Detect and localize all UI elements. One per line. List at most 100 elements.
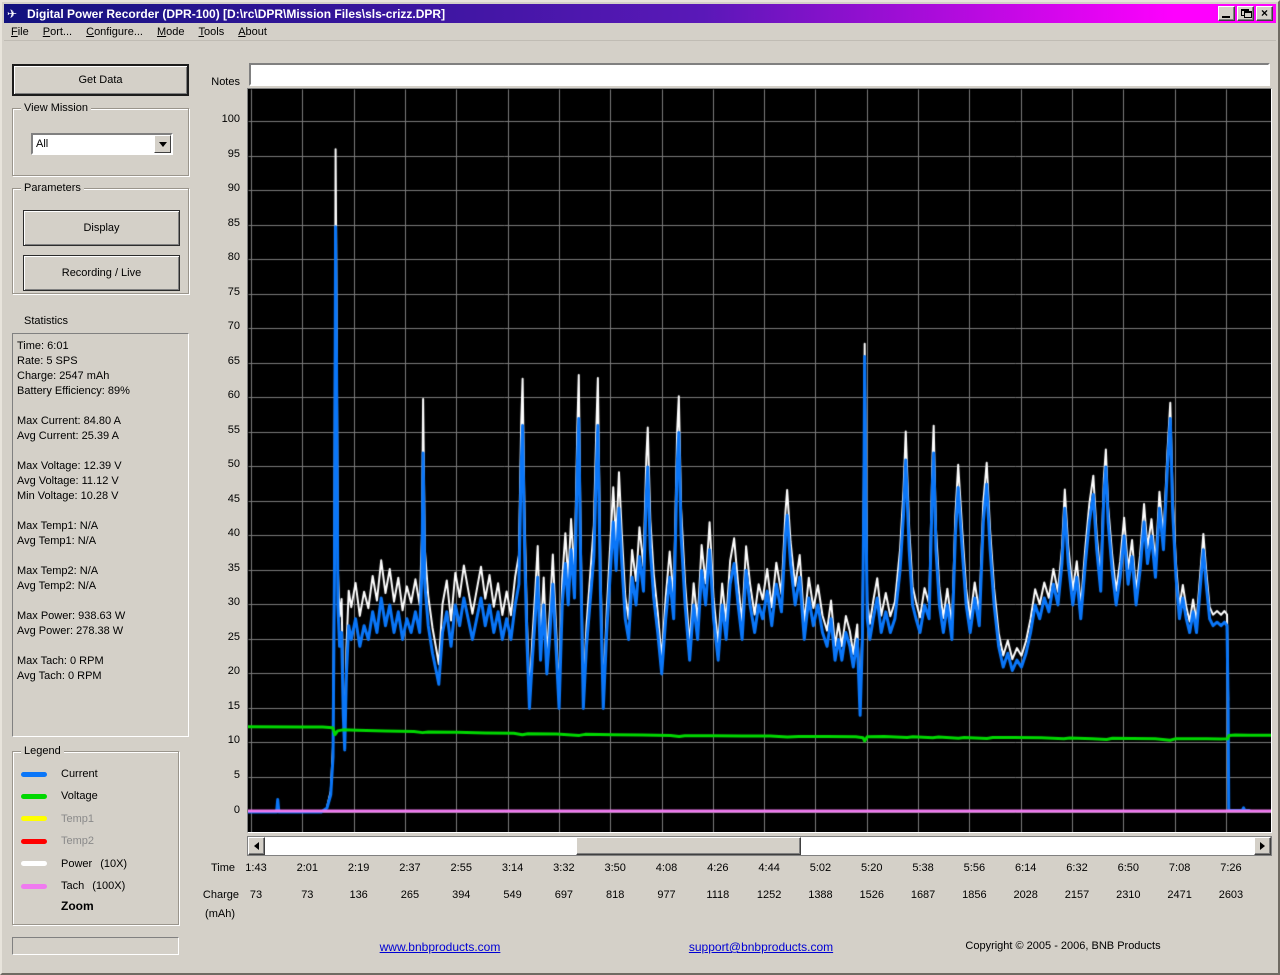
website-link[interactable]: www.bnbproducts.com (380, 940, 501, 954)
charge-tick: 1118 (706, 889, 729, 901)
y-tick-75: 75 (195, 286, 240, 298)
time-tick: 4:08 (656, 862, 677, 874)
recording-live-button[interactable]: Recording / Live (23, 255, 180, 291)
parameters-label: Parameters (21, 182, 84, 194)
time-axis-label: Time (152, 862, 235, 874)
legend-item-voltage[interactable]: Voltage (21, 786, 98, 806)
time-tick: 5:02 (810, 862, 831, 874)
support-email-link[interactable]: support@bnbproducts.com (689, 940, 833, 954)
charge-tick: 549 (503, 889, 521, 901)
time-tick: 7:08 (1169, 862, 1190, 874)
menu-item-mode[interactable]: Mode (150, 24, 192, 40)
menu-item-about[interactable]: About (231, 24, 274, 40)
time-tick: 6:14 (1015, 862, 1036, 874)
time-tick: 5:20 (861, 862, 882, 874)
chart-horizontal-scrollbar[interactable] (247, 836, 1272, 856)
y-tick-20: 20 (195, 665, 240, 677)
legend-item-current[interactable]: Current (21, 764, 98, 784)
legend-item-label: Power (61, 858, 92, 870)
copyright-text: Copyright © 2005 - 2006, BNB Products (965, 940, 1160, 952)
y-tick-70: 70 (195, 320, 240, 332)
charge-tick: 73 (250, 889, 262, 901)
minimize-icon (1222, 16, 1230, 18)
time-tick: 5:38 (912, 862, 933, 874)
charge-tick: 1856 (962, 889, 986, 901)
restore-button[interactable] (1237, 6, 1254, 21)
statistics-line: Avg Temp1: N/A (17, 534, 188, 549)
menu-item-tools[interactable]: Tools (192, 24, 232, 40)
charge-axis-label: Charge (152, 889, 239, 901)
legend-zoom-label[interactable]: Zoom (61, 899, 94, 913)
legend-item-scale: (10X) (100, 858, 127, 870)
y-tick-50: 50 (195, 458, 240, 470)
charge-tick: 1388 (808, 889, 832, 901)
progress-bar (12, 937, 179, 955)
time-tick: 2:01 (297, 862, 318, 874)
chart-panel (247, 88, 1272, 833)
menu-bar: FilePort...Configure...ModeToolsAbout (4, 23, 1276, 41)
chart-plot-area[interactable] (248, 89, 1271, 832)
notes-input[interactable] (249, 63, 1270, 86)
statistics-line: Avg Tach: 0 RPM (17, 669, 188, 684)
legend-item-label: Current (61, 768, 98, 780)
time-tick: 2:55 (451, 862, 472, 874)
time-tick: 4:44 (758, 862, 779, 874)
legend-item-temp1[interactable]: Temp1 (21, 809, 94, 829)
y-tick-35: 35 (195, 562, 240, 574)
menu-item-file[interactable]: File (4, 24, 36, 40)
charge-tick: 697 (555, 889, 573, 901)
legend-item-tach[interactable]: Tach(100X) (21, 876, 125, 896)
y-tick-100: 100 (195, 113, 240, 125)
charge-tick: 73 (301, 889, 313, 901)
y-tick-80: 80 (195, 251, 240, 263)
minimize-button[interactable] (1218, 6, 1235, 21)
y-tick-60: 60 (195, 389, 240, 401)
y-tick-15: 15 (195, 700, 240, 712)
mission-combobox[interactable]: All (31, 133, 173, 155)
time-tick: 3:32 (553, 862, 574, 874)
statistics-line (17, 549, 188, 564)
charge-tick: 977 (657, 889, 675, 901)
y-tick-5: 5 (195, 769, 240, 781)
time-tick: 3:14 (502, 862, 523, 874)
statistics-line: Min Voltage: 10.28 V (17, 489, 188, 504)
statistics-line (17, 399, 188, 414)
chevron-down-icon (159, 142, 167, 147)
notes-label: Notes (197, 76, 240, 88)
get-data-button[interactable]: Get Data (12, 64, 189, 96)
temp2-color-swatch (21, 839, 47, 844)
legend-item-temp2[interactable]: Temp2 (21, 831, 94, 851)
time-tick: 6:50 (1118, 862, 1139, 874)
scroll-left-button[interactable] (248, 837, 265, 855)
y-tick-85: 85 (195, 217, 240, 229)
charge-tick: 2310 (1116, 889, 1140, 901)
time-tick: 5:56 (964, 862, 985, 874)
time-tick: 1:43 (245, 862, 266, 874)
y-tick-40: 40 (195, 527, 240, 539)
title-bar: ✈ Digital Power Recorder (DPR-100) [D:\r… (4, 4, 1276, 23)
statistics-line: Avg Temp2: N/A (17, 579, 188, 594)
charge-tick: 2028 (1013, 889, 1037, 901)
time-tick: 4:26 (707, 862, 728, 874)
display-button[interactable]: Display (23, 210, 180, 246)
time-tick: 2:37 (399, 862, 420, 874)
menu-item-port[interactable]: Port... (36, 24, 79, 40)
voltage-color-swatch (21, 794, 47, 799)
legend-item-power[interactable]: Power (10X) (21, 854, 127, 874)
menu-item-configure[interactable]: Configure... (79, 24, 150, 40)
time-tick: 6:32 (1066, 862, 1087, 874)
combobox-dropdown-button[interactable] (154, 135, 171, 153)
window-title: Digital Power Recorder (DPR-100) [D:\rc\… (27, 7, 445, 21)
statistics-line: Charge: 2547 mAh (17, 369, 188, 384)
scroll-right-button[interactable] (1254, 837, 1271, 855)
time-tick: 2:19 (348, 862, 369, 874)
app-airplane-icon: ✈ (7, 7, 23, 21)
close-button[interactable]: × (1256, 6, 1273, 21)
temp1-color-swatch (21, 816, 47, 821)
statistics-line: Rate: 5 SPS (17, 354, 188, 369)
charge-tick: 2471 (1167, 889, 1191, 901)
scrollbar-thumb[interactable] (576, 837, 801, 855)
y-tick-95: 95 (195, 148, 240, 160)
statistics-line: Battery Efficiency: 89% (17, 384, 188, 399)
legend-item-label: Temp1 (61, 813, 94, 825)
